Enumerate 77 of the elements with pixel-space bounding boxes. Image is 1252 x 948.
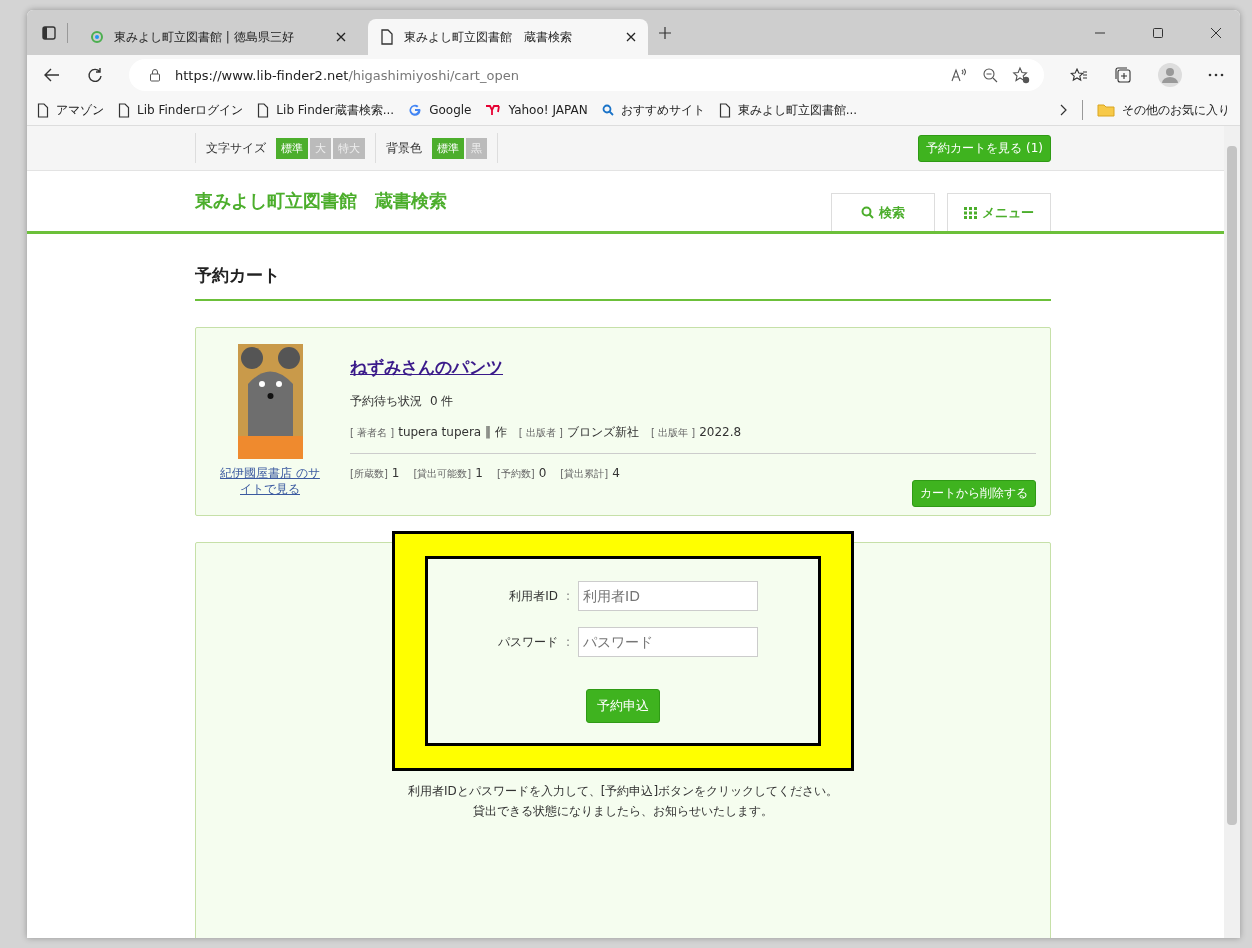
stat-label: [予約数]: [496, 467, 535, 481]
add-favorite-icon[interactable]: [1012, 66, 1030, 84]
page-icon: [718, 102, 731, 118]
url-text: https://www.lib-finder2.net/higashimiyoshi/cart_open: [175, 67, 519, 83]
field-label: パスワード: [496, 633, 558, 651]
bookmark-item[interactable]: おすすめサイト: [601, 101, 705, 119]
scrollbar[interactable]: [1224, 126, 1240, 938]
page-icon: [380, 29, 394, 45]
browser-tab[interactable]: 東みよし町立図書館 | 徳島県三好: [78, 19, 358, 55]
meta-label: [ 出版年 ]: [651, 426, 696, 440]
g-logo-icon: [408, 103, 423, 117]
bookmark-label: Yahoo! JAPAN: [508, 103, 588, 117]
bookmark-label: アマゾン: [56, 101, 104, 119]
font-size-label: 文字サイズ: [206, 139, 266, 157]
input-field[interactable]: 利用者ID: [578, 581, 758, 611]
stat-value: 0: [538, 466, 547, 480]
meta-value: ブロンズ新社: [567, 424, 639, 441]
site-logo-icon: [90, 30, 104, 44]
search-icon: [601, 104, 614, 116]
input-field[interactable]: パスワード: [578, 627, 758, 657]
meta-value: tupera tupera ‖ 作: [398, 424, 507, 441]
tab-actions-icon[interactable]: [41, 24, 57, 41]
zoom-out-icon[interactable]: [982, 67, 998, 83]
colon-text: :: [565, 635, 570, 649]
bookstore-link[interactable]: 紀伊國屋書店 のサイトで見る: [220, 465, 320, 498]
folder-icon: [1097, 103, 1115, 117]
lock-icon: [149, 68, 161, 82]
page-icon: [118, 102, 130, 118]
grid-icon: [964, 206, 977, 219]
close-icon[interactable]: [626, 32, 636, 42]
meta-label: [ 著者名 ]: [350, 426, 395, 440]
wait-status-value: 0 件: [430, 393, 454, 410]
profile-avatar-icon[interactable]: [1158, 63, 1182, 87]
meta-value: 2022.8: [699, 425, 742, 439]
stat-label: [貸出累計]: [560, 467, 609, 481]
address-bar[interactable]: https://www.lib-finder2.net/higashimiyoshi/cart_open: [129, 59, 1044, 91]
maximize-icon[interactable]: [1152, 26, 1164, 39]
read-aloud-icon[interactable]: [950, 67, 968, 83]
stat-value: 1: [475, 466, 483, 480]
back-icon[interactable]: [43, 67, 61, 83]
bookmark-label: Google: [429, 103, 472, 117]
instruction-text: 貸出できる状態になりましたら、お知らせいたします。: [472, 803, 774, 821]
close-icon[interactable]: [1210, 26, 1222, 39]
colon-text: :: [565, 589, 570, 603]
tab-title: 東みよし町立図書館 | 徳島県三好: [114, 28, 295, 46]
favorites-icon[interactable]: [1070, 67, 1088, 83]
refresh-icon[interactable]: [87, 67, 103, 83]
stat-label: [貸出可能数]: [413, 467, 472, 481]
wait-status-label: 予約待ち状況: [350, 393, 422, 410]
bookmark-label: おすすめサイト: [620, 101, 705, 119]
stat-label: [所蔵数]: [350, 467, 388, 481]
tab-title: 東みよし町立図書館 蔵書検索: [404, 28, 573, 46]
bookmark-folder[interactable]: その他のお気に入り: [1097, 101, 1230, 119]
y-logo-icon: [485, 104, 502, 116]
background-color-label: 背景色: [386, 139, 422, 157]
page-icon: [257, 102, 270, 118]
page-icon: [37, 102, 49, 118]
search-icon: [861, 206, 874, 219]
field-label: 利用者ID: [508, 587, 558, 605]
meta-label: [ 出版者 ]: [518, 426, 563, 440]
instruction-text: 利用者IDとパスワードを入力して、[予約申込]ボタンをクリックしてください。: [406, 783, 840, 800]
bookmark-label: Lib Finderログイン: [137, 101, 244, 119]
more-icon[interactable]: [1208, 73, 1224, 77]
new-tab-icon[interactable]: [658, 25, 672, 40]
chevron-right-icon[interactable]: [1060, 104, 1068, 116]
close-icon[interactable]: [336, 32, 346, 42]
bookmark-label: その他のお気に入り: [1122, 101, 1230, 119]
bookmark-item[interactable]: Google: [408, 103, 472, 117]
browser-tab[interactable]: 東みよし町立図書館 蔵書検索: [368, 19, 648, 55]
stat-value: 1: [391, 466, 400, 480]
collections-icon[interactable]: [1114, 66, 1132, 84]
bookmark-item[interactable]: Yahoo! JAPAN: [485, 103, 588, 117]
stat-value: 4: [612, 466, 620, 480]
bookmark-item[interactable]: Lib Finderログイン: [118, 101, 244, 119]
page-heading: 予約カート: [195, 234, 1051, 301]
book-title-link[interactable]: ねずみさんのパンツ: [350, 356, 503, 379]
bookmark-item[interactable]: アマゾン: [37, 101, 104, 119]
